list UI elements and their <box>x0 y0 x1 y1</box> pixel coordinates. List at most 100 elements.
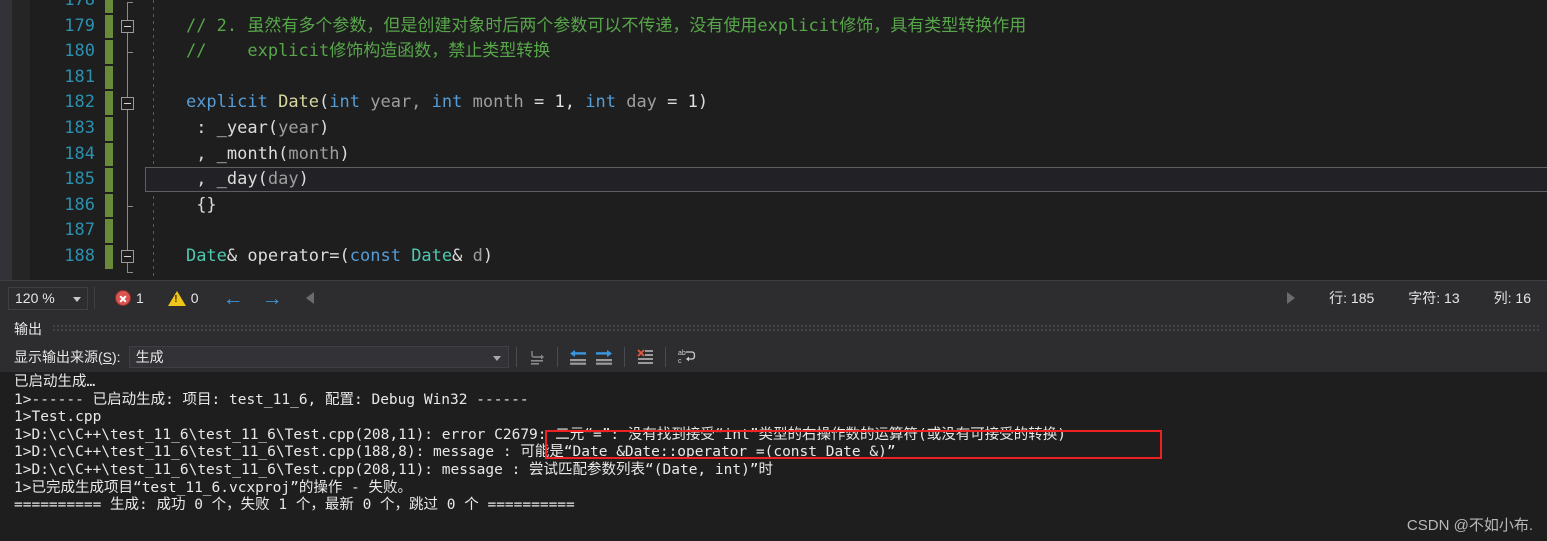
jump-to-source-icon[interactable] <box>524 345 550 369</box>
warning-count-indicator[interactable]: 0 <box>167 290 199 306</box>
output-toolbar: 显示输出来源(S): 生成 ab c <box>0 342 1547 372</box>
code-token: year, <box>360 92 432 113</box>
outlining-margin[interactable] <box>113 0 145 280</box>
code-line[interactable]: Date& operator=(const Date& d) <box>145 244 1547 270</box>
output-line[interactable]: ========== 生成: 成功 0 个，失败 1 个，最新 0 个，跳过 0… <box>14 497 575 515</box>
toolbar-divider <box>556 347 558 367</box>
code-line[interactable]: // explicit修饰构造函数，禁止类型转换 <box>145 39 1547 65</box>
editor-selection-margin <box>12 0 30 280</box>
code-token: ( <box>257 169 268 190</box>
code-line[interactable]: explicit Date(int year, int month = 1, i… <box>145 90 1547 116</box>
warning-count-value: 0 <box>190 290 199 306</box>
code-token: ) <box>319 118 330 138</box>
code-line[interactable]: : _year(year) <box>145 116 1547 142</box>
code-line[interactable]: // 2. 虽然有多个参数，但是创建对象时后两个参数可以不传递，没有使用expl… <box>145 14 1547 40</box>
code-token: _year <box>216 118 268 138</box>
code-token: & <box>452 246 473 266</box>
caret-position-group: 行: 185 字符: 13 列: 16 <box>1287 288 1547 308</box>
toolbar-divider <box>623 347 625 367</box>
error-icon <box>115 290 131 306</box>
output-title-bar[interactable]: 输出 <box>0 315 1547 342</box>
code-token: Date <box>278 92 320 113</box>
code-token: ) <box>298 169 309 190</box>
code-token: d <box>472 246 483 266</box>
outlining-vertical-line <box>127 2 128 274</box>
outlining-tick <box>127 205 133 207</box>
collapse-toggle-icon[interactable] <box>121 19 134 33</box>
output-line[interactable]: 1>------ 已启动生成: 项目: test_11_6, 配置: Debug… <box>14 392 529 410</box>
output-panel-title: 输出 <box>14 320 42 337</box>
code-token: {} <box>196 194 217 215</box>
code-token: , <box>196 169 217 190</box>
output-source-label-suffix: ): <box>112 349 121 365</box>
code-token: // explicit修饰构造函数，禁止类型转换 <box>185 41 551 62</box>
svg-text:c: c <box>678 358 682 365</box>
code-token: : <box>196 118 217 138</box>
code-line[interactable] <box>145 218 1547 244</box>
toggle-word-wrap-icon[interactable]: ab c <box>673 345 699 369</box>
code-token: int <box>585 92 616 113</box>
zoom-level-combobox[interactable]: 120 % <box>8 286 88 310</box>
line-number: 181 <box>64 66 95 87</box>
code-token: month <box>462 92 535 113</box>
editor-status-bar: 120 % 1 0 ← → 行: 185 字符: 13 列: 16 <box>0 280 1547 315</box>
output-source-label-key: S <box>102 349 113 365</box>
line-number: 186 <box>64 194 95 215</box>
scroll-right-icon[interactable] <box>1287 292 1296 304</box>
output-line[interactable]: 已启动生成… <box>14 374 95 392</box>
output-source-dropdown[interactable]: 生成 <box>128 346 509 368</box>
toolbar-divider <box>515 347 517 367</box>
outlining-tick <box>127 2 133 4</box>
watermark-label: CSDN @不如小布. <box>1406 517 1533 534</box>
code-line[interactable] <box>145 0 1547 14</box>
code-token: Date <box>185 246 227 266</box>
code-token: = <box>534 92 555 113</box>
output-line[interactable]: 1>D:\c\C++\test_11_6\test_11_6\Test.cpp(… <box>14 462 773 480</box>
code-text-area[interactable]: // 2. 虽然有多个参数，但是创建对象时后两个参数可以不传递，没有使用expl… <box>145 0 1547 280</box>
toolbar-drag-grip[interactable] <box>52 324 1541 333</box>
collapse-toggle-icon[interactable] <box>121 250 134 264</box>
code-token: , <box>196 143 217 164</box>
chevron-down-icon <box>73 296 81 302</box>
code-line[interactable]: {} <box>145 193 1547 219</box>
output-text-area[interactable]: 已启动生成… 1>------ 已启动生成: 项目: test_11_6, 配置:… <box>0 372 1547 541</box>
line-number: 178 <box>64 0 95 10</box>
navigate-back-icon[interactable]: ← <box>223 288 244 309</box>
output-source-selected-value: 生成 <box>135 349 164 365</box>
editor-outer-margin <box>0 0 12 280</box>
code-token: operator= <box>247 246 340 266</box>
output-line[interactable]: 1>已完成生成项目“test_11_6.vcxproj”的操作 - 失败。 <box>14 480 412 498</box>
line-number: 183 <box>64 118 95 138</box>
code-token: Date <box>411 246 453 266</box>
code-editor[interactable]: 178 179 180 181 182 183 184 185 186 187 188 // 2. … <box>0 0 1547 280</box>
code-line[interactable]: , _day(day) <box>145 167 1547 193</box>
previous-message-icon[interactable] <box>565 345 591 369</box>
output-line[interactable]: 1>Test.cpp <box>14 409 101 427</box>
code-line[interactable] <box>145 65 1547 91</box>
change-bar-segment <box>105 193 113 218</box>
output-line[interactable]: 1>D:\c\C++\test_11_6\test_11_6\Test.cpp(… <box>14 444 896 462</box>
clear-all-icon[interactable] <box>632 345 658 369</box>
error-count-value: 1 <box>136 290 144 306</box>
code-token: = <box>667 92 688 113</box>
caret-char-label: 字符: 13 <box>1408 290 1460 306</box>
next-message-icon[interactable] <box>591 345 617 369</box>
scroll-left-icon[interactable] <box>305 292 314 304</box>
line-number: 184 <box>64 143 95 164</box>
outlining-tick <box>127 52 133 53</box>
navigate-forward-icon[interactable]: → <box>262 288 283 309</box>
caret-column-label: 列: 16 <box>1493 290 1531 306</box>
code-token: _month <box>216 143 279 164</box>
code-line[interactable]: , _month(month) <box>145 142 1547 168</box>
collapse-toggle-icon[interactable] <box>121 96 134 110</box>
output-line[interactable]: 1>D:\c\C++\test_11_6\test_11_6\Test.cpp(… <box>14 427 1066 445</box>
output-source-label-prefix: 显示输出来源( <box>14 349 103 365</box>
code-token: ( <box>339 246 350 266</box>
error-count-indicator[interactable]: 1 <box>115 290 144 306</box>
code-token: day <box>615 92 668 113</box>
code-token: 1 <box>554 92 565 113</box>
code-token: ( <box>267 118 279 138</box>
